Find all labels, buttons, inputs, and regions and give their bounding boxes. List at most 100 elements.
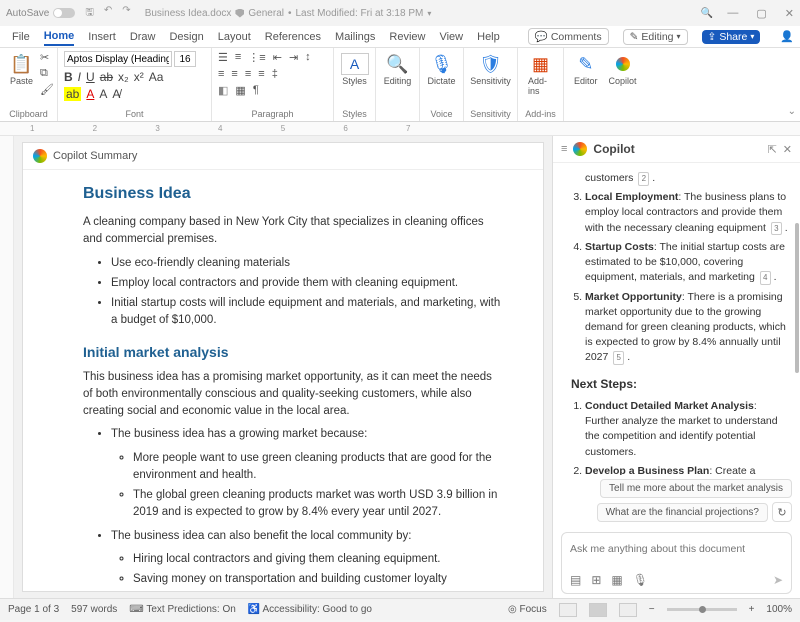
panel-menu-icon[interactable]: ≡ bbox=[561, 143, 567, 155]
word-count[interactable]: 597 words bbox=[71, 604, 117, 615]
panel-undock-icon[interactable]: ⇱ bbox=[768, 143, 777, 156]
shading-button[interactable]: ◧ bbox=[218, 84, 228, 97]
addins-button[interactable]: ▦ Add-ins bbox=[524, 51, 557, 98]
align-center-button[interactable]: ≡ bbox=[231, 68, 237, 80]
line-spacing-button[interactable]: ‡ bbox=[272, 68, 278, 80]
sensitivity-button[interactable]: 🛡 Sensitivity bbox=[470, 51, 511, 88]
cut-icon[interactable]: ✂ bbox=[40, 51, 54, 64]
panel-close-icon[interactable]: ✕ bbox=[783, 143, 792, 156]
tab-home[interactable]: Home bbox=[44, 28, 75, 46]
page-indicator[interactable]: Page 1 of 3 bbox=[8, 604, 59, 615]
reference-badge[interactable]: 3 bbox=[771, 222, 782, 236]
clear-format-button[interactable]: A̸ bbox=[112, 87, 120, 101]
comments-button[interactable]: 💬 Comments bbox=[528, 28, 609, 45]
copilot-prompt-box[interactable]: ▤ ⊞ ▦ 🎙 ➤ bbox=[561, 532, 792, 594]
copilot-summary-header[interactable]: Copilot Summary bbox=[23, 143, 543, 170]
send-icon[interactable]: ➤ bbox=[773, 573, 783, 587]
tab-help[interactable]: Help bbox=[477, 29, 500, 45]
autosave-toggle[interactable]: AutoSave bbox=[6, 8, 75, 19]
copilot-ribbon-button[interactable]: Copilot bbox=[605, 51, 641, 88]
ribbon-collapse-icon[interactable]: ⌄ bbox=[788, 106, 796, 117]
bold-button[interactable]: B bbox=[64, 70, 73, 84]
incr-indent-button[interactable]: ⇥ bbox=[289, 51, 298, 64]
italic-button[interactable]: I bbox=[78, 70, 81, 84]
undo-icon[interactable]: ↶ bbox=[104, 5, 112, 22]
tab-review[interactable]: Review bbox=[389, 29, 425, 45]
text-effects-button[interactable]: A bbox=[99, 87, 107, 101]
copy-icon[interactable]: ⧉ bbox=[40, 67, 54, 80]
attach-icon[interactable]: ⊞ bbox=[591, 573, 601, 587]
font-size-select[interactable] bbox=[174, 51, 196, 67]
paste-button[interactable]: 📋 Paste bbox=[6, 51, 37, 88]
share-button[interactable]: ⇪ Share ▾ bbox=[702, 30, 761, 44]
document-body[interactable]: Business Idea A cleaning company based i… bbox=[23, 170, 543, 592]
reference-badge[interactable]: 2 bbox=[638, 172, 649, 186]
tab-file[interactable]: File bbox=[12, 29, 30, 45]
sort-button[interactable]: ↕ bbox=[305, 51, 311, 64]
align-left-button[interactable]: ≡ bbox=[218, 68, 224, 80]
subscript-button[interactable]: x₂ bbox=[118, 70, 129, 84]
tab-mailings[interactable]: Mailings bbox=[335, 29, 375, 45]
editing-mode-button[interactable]: ✎ Editing ▾ bbox=[623, 29, 688, 45]
font-color-button[interactable]: A bbox=[86, 87, 94, 101]
web-layout-icon[interactable] bbox=[619, 603, 637, 617]
tab-references[interactable]: References bbox=[265, 29, 321, 45]
decr-indent-button[interactable]: ⇤ bbox=[273, 51, 282, 64]
suggestion-chip[interactable]: Tell me more about the market analysis bbox=[600, 479, 792, 498]
save-icon[interactable]: 🖫 bbox=[85, 5, 94, 22]
font-name-select[interactable] bbox=[64, 51, 172, 67]
close-icon[interactable]: ✕ bbox=[785, 7, 794, 20]
zoom-in-icon[interactable]: + bbox=[749, 604, 755, 615]
print-layout-icon[interactable] bbox=[589, 603, 607, 617]
maximize-icon[interactable]: ▢ bbox=[756, 7, 766, 20]
tab-insert[interactable]: Insert bbox=[88, 29, 116, 45]
superscript-button[interactable]: x² bbox=[134, 70, 144, 84]
numbering-button[interactable]: ≡ bbox=[235, 51, 241, 64]
focus-mode[interactable]: ◎ Focus bbox=[508, 604, 547, 615]
copilot-content[interactable]: customers 2 . Local Employment: The busi… bbox=[553, 163, 800, 475]
view-prompts-icon[interactable]: ▤ bbox=[570, 573, 581, 587]
tab-layout[interactable]: Layout bbox=[218, 29, 251, 45]
suggestion-chip[interactable]: What are the financial projections? bbox=[597, 503, 768, 522]
grid-icon[interactable]: ▦ bbox=[611, 573, 622, 587]
copilot-summary-item: Market Opportunity: There is a promising… bbox=[585, 290, 788, 366]
borders-button[interactable]: ▦ bbox=[235, 84, 245, 97]
editing-button[interactable]: 🔍 Editing bbox=[382, 51, 413, 88]
minimize-icon[interactable]: — bbox=[727, 7, 738, 20]
zoom-out-icon[interactable]: − bbox=[649, 604, 655, 615]
zoom-level[interactable]: 100% bbox=[766, 604, 792, 615]
copilot-logo-icon bbox=[573, 142, 587, 156]
dictate-button[interactable]: 🎙 Dictate bbox=[426, 51, 457, 88]
reference-badge[interactable]: 5 bbox=[613, 351, 624, 365]
scrollbar[interactable] bbox=[795, 223, 799, 373]
format-painter-icon[interactable]: 🖌 bbox=[40, 83, 54, 96]
tab-draw[interactable]: Draw bbox=[130, 29, 156, 45]
styles-button[interactable]: A Styles bbox=[340, 51, 369, 88]
editor-button[interactable]: ✎ Editor bbox=[570, 51, 602, 88]
page: Copilot Summary Business Idea A cleaning… bbox=[22, 142, 544, 592]
bullets-button[interactable]: ☰ bbox=[218, 51, 228, 64]
copilot-prompt-input[interactable] bbox=[570, 543, 783, 555]
justify-button[interactable]: ≡ bbox=[258, 68, 264, 80]
refresh-icon[interactable]: ↻ bbox=[772, 502, 792, 522]
reference-badge[interactable]: 4 bbox=[760, 271, 771, 285]
font-label: Font bbox=[64, 109, 205, 121]
show-marks-button[interactable]: ¶ bbox=[253, 84, 259, 97]
user-account-icon[interactable]: 👤 bbox=[780, 30, 794, 43]
search-icon[interactable]: 🔍 bbox=[701, 8, 713, 19]
align-right-button[interactable]: ≡ bbox=[245, 68, 251, 80]
accessibility-status[interactable]: ♿ Accessibility: Good to go bbox=[248, 604, 372, 615]
tab-design[interactable]: Design bbox=[169, 29, 203, 45]
tab-view[interactable]: View bbox=[439, 29, 463, 45]
highlight-button[interactable]: ab bbox=[64, 87, 81, 101]
copilot-summary-item: Startup Costs: The initial startup costs… bbox=[585, 240, 788, 286]
zoom-slider[interactable] bbox=[667, 608, 737, 611]
strike-button[interactable]: ab bbox=[100, 70, 113, 84]
redo-icon[interactable]: ↷ bbox=[122, 5, 130, 22]
mic-icon[interactable]: 🎙 bbox=[633, 573, 648, 587]
read-mode-icon[interactable] bbox=[559, 603, 577, 617]
multilevel-button[interactable]: ⋮≡ bbox=[248, 51, 265, 64]
text-case-button[interactable]: Aa bbox=[149, 70, 164, 84]
text-predictions[interactable]: ⌨ Text Predictions: On bbox=[129, 604, 236, 615]
underline-button[interactable]: U bbox=[86, 70, 95, 84]
